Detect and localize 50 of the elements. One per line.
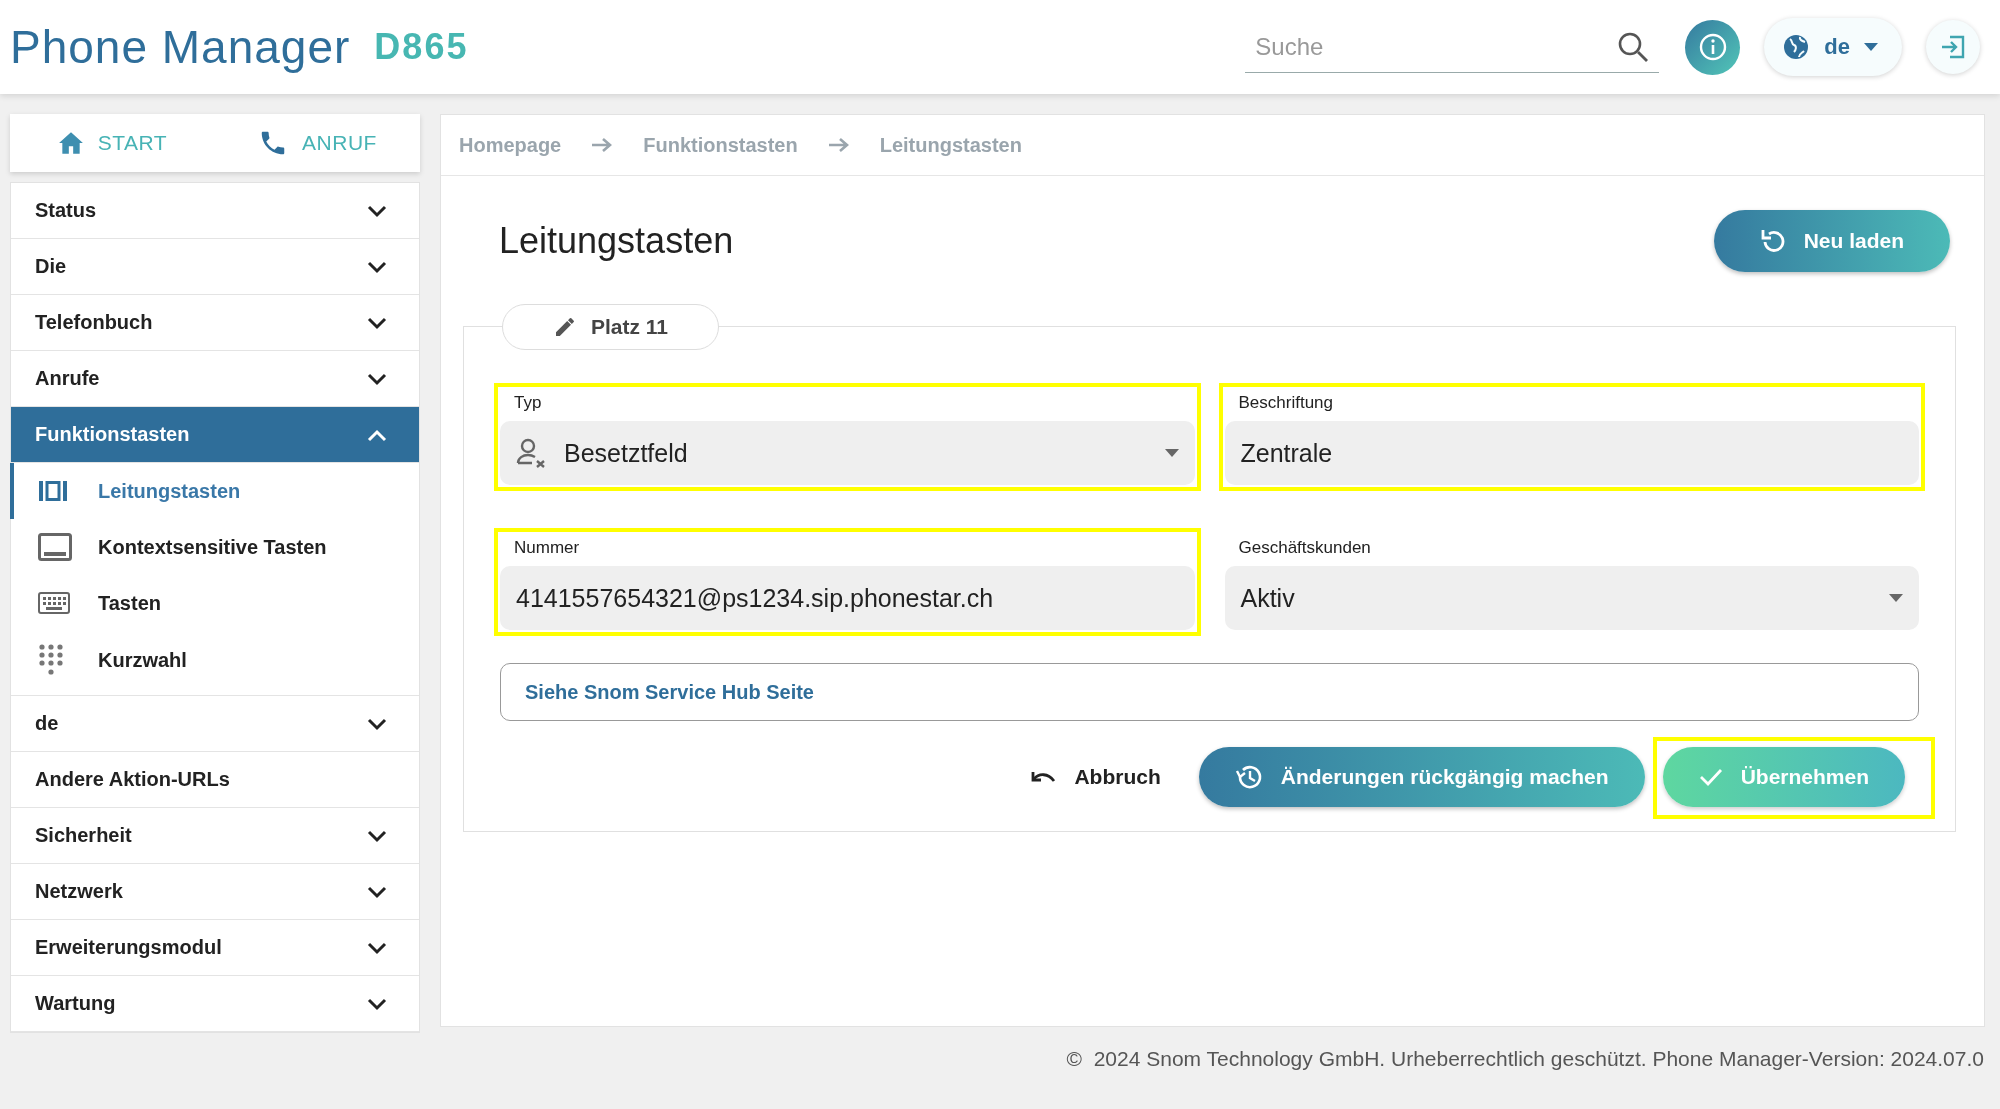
nav-item[interactable]: Netzwerk (11, 864, 419, 920)
columns-icon (38, 480, 68, 502)
caret-icon (1889, 594, 1903, 602)
nav-item[interactable]: Andere Aktion-URLs (11, 752, 419, 808)
pencil-icon (553, 315, 577, 339)
dialpad-icon (38, 644, 64, 676)
field-label: Geschäftskunden (1237, 538, 1372, 558)
arrow-right-icon (827, 137, 850, 153)
page-title: Leitungstasten (499, 220, 734, 262)
nav-item[interactable]: Die (11, 239, 419, 295)
field-label: Beschriftung (1237, 393, 1334, 413)
nav-item[interactable]: Telefonbuch (11, 295, 419, 351)
language-selector[interactable]: de (1764, 18, 1902, 76)
caret-icon (1164, 449, 1179, 457)
logout-icon (1940, 34, 1966, 60)
input-field[interactable]: Zentrale (1224, 421, 1919, 485)
refresh-icon (1759, 227, 1786, 255)
caret-icon (1864, 43, 1878, 51)
nav-item[interactable]: Wartung (11, 976, 419, 1032)
search-icon (1617, 31, 1650, 63)
nav-item[interactable]: Erweiterungsmodul (11, 920, 419, 976)
nav-subitem[interactable]: Tasten (10, 575, 419, 631)
nav-subitem[interactable]: Leitungstasten (10, 463, 419, 519)
nav-item[interactable]: Sicherheit (11, 808, 419, 864)
app-logo: Phone Manager (10, 20, 351, 74)
input-field[interactable]: 4141557654321@ps1234.sip.phonestar.ch (500, 566, 1195, 630)
nav-item[interactable]: de (11, 696, 419, 752)
keyboard-icon (38, 592, 70, 614)
globe-icon (1782, 33, 1811, 61)
info-icon (1697, 32, 1728, 62)
logout-button[interactable] (1926, 20, 1980, 74)
nav-subitem[interactable]: Kurzwahl (10, 631, 419, 689)
search-field[interactable]: Suche (1245, 21, 1660, 73)
copyright-text: © 2024 Snom Technology GmbH. Urheberrechtlich geschützt. Phone Manager-Version: 2024.07.0 (1066, 1047, 1984, 1071)
field-label: Nummer (513, 538, 581, 558)
nav-item[interactable]: Funktionstasten (11, 407, 419, 463)
nav-item[interactable]: Status (11, 183, 419, 239)
history-icon (1234, 763, 1263, 791)
field-label: Typ (513, 393, 543, 413)
service-hub-link[interactable]: Siehe Snom Service Hub Seite (500, 663, 1919, 721)
dropdown[interactable]: Aktiv (1224, 566, 1919, 630)
edit-tab[interactable]: Platz 11 (502, 304, 720, 350)
dropdown[interactable]: Besetztfeld (500, 421, 1195, 485)
display-icon (38, 533, 72, 561)
check-icon (1698, 767, 1723, 787)
device-model: D865 (374, 26, 469, 68)
home-icon (57, 131, 84, 155)
cancel-button[interactable]: Abbruch (1008, 747, 1181, 807)
nav-subitem[interactable]: Kontextsensitive Tasten (10, 519, 419, 575)
arrow-right-icon (591, 137, 614, 153)
